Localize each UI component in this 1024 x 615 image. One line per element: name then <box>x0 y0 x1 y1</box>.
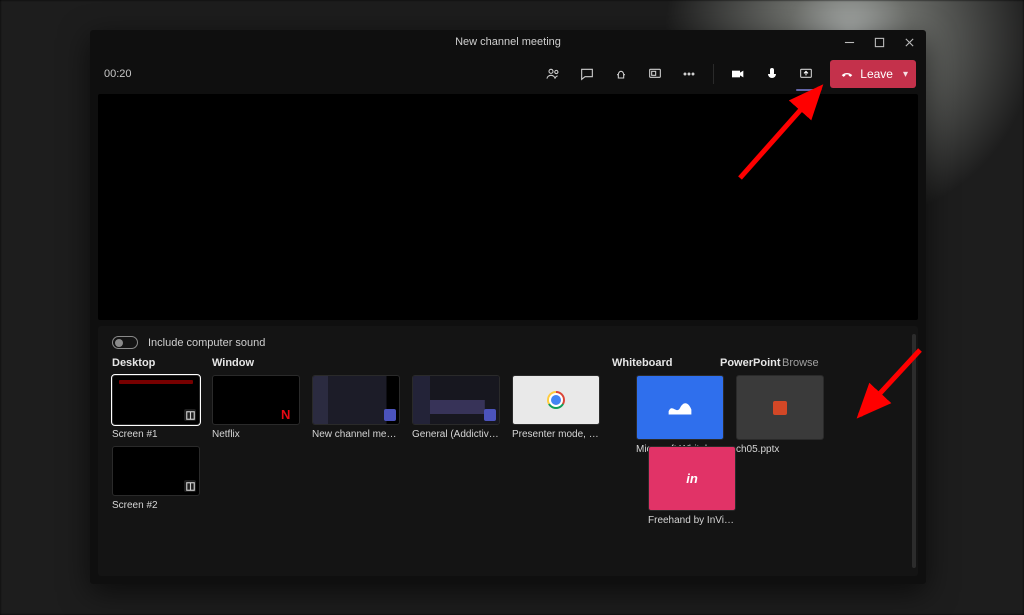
thumb-ppt-file[interactable] <box>736 375 824 440</box>
window-controls <box>834 30 924 54</box>
tile-label: Screen #1 <box>112 429 200 440</box>
leave-label: Leave <box>860 67 893 81</box>
window-title: New channel meeting <box>455 36 561 48</box>
browse-link[interactable]: Browse <box>782 357 833 369</box>
include-sound-label: Include computer sound <box>148 337 265 349</box>
chevron-down-icon: ▾ <box>903 69 908 80</box>
thumb-teams-meeting[interactable] <box>312 375 400 425</box>
thumb-invision[interactable]: in <box>648 446 736 511</box>
more-actions-icon[interactable] <box>675 60 703 88</box>
expand-icon <box>184 409 196 421</box>
meeting-toolbar: 00:20 Leave ▾ <box>90 54 926 94</box>
thumb-netflix[interactable] <box>212 375 300 425</box>
tile-label: New channel meeting | … <box>312 429 400 440</box>
window-titlebar: New channel meeting <box>90 30 926 54</box>
tile-chrome[interactable]: Presenter mode, notes a… <box>512 375 600 440</box>
reactions-icon[interactable] <box>607 60 635 88</box>
heading-whiteboard: Whiteboard <box>612 357 720 369</box>
share-content-button[interactable] <box>792 60 820 88</box>
tile-label: Freehand by InVision <box>648 515 736 526</box>
share-row-2: Screen #2 in Freehand by InVision <box>112 446 904 511</box>
invision-icon: in <box>686 471 698 486</box>
tile-label: General (AddictiveTips - … <box>412 429 500 440</box>
thumb-screen-1[interactable] <box>112 375 200 425</box>
heading-powerpoint: PowerPoint <box>720 357 782 369</box>
thumb-ms-whiteboard[interactable] <box>636 375 724 440</box>
minimize-button[interactable] <box>834 30 864 54</box>
heading-window: Window <box>212 357 612 369</box>
tile-invision[interactable]: in Freehand by InVision <box>648 446 736 511</box>
tile-teams-general[interactable]: General (AddictiveTips - … <box>412 375 500 440</box>
expand-icon <box>184 480 196 492</box>
microphone-icon[interactable] <box>758 60 786 88</box>
camera-icon[interactable] <box>724 60 752 88</box>
tray-scrollbar[interactable] <box>912 334 916 568</box>
tile-label: Netflix <box>212 429 300 440</box>
netflix-icon <box>281 406 293 420</box>
thumb-chrome[interactable] <box>512 375 600 425</box>
chrome-icon <box>547 391 565 409</box>
share-tray: Include computer sound Desktop Window Wh… <box>98 326 918 576</box>
leave-button[interactable]: Leave ▾ <box>830 60 916 88</box>
thumb-screen-2[interactable] <box>112 446 200 496</box>
participants-icon[interactable] <box>539 60 567 88</box>
tile-ppt-file[interactable]: ch05.pptx <box>736 375 824 440</box>
share-headings: Desktop Window Whiteboard PowerPoint Bro… <box>112 357 904 369</box>
heading-desktop: Desktop <box>112 357 212 369</box>
tile-netflix[interactable]: Netflix <box>212 375 300 440</box>
thumb-teams-general[interactable] <box>412 375 500 425</box>
teams-meeting-window: New channel meeting 00:20 <box>90 30 926 584</box>
tile-label: ch05.pptx <box>736 444 824 455</box>
tile-screen-2[interactable]: Screen #2 <box>112 446 200 511</box>
tile-label: Presenter mode, notes a… <box>512 429 600 440</box>
tile-screen-1[interactable]: Screen #1 <box>112 375 200 440</box>
tile-teams-meeting[interactable]: New channel meeting | … <box>312 375 400 440</box>
meeting-timer: 00:20 <box>100 68 146 80</box>
video-stage <box>98 94 918 320</box>
teams-icon <box>484 409 496 421</box>
tile-label: Screen #2 <box>112 500 200 511</box>
close-button[interactable] <box>894 30 924 54</box>
rooms-icon[interactable] <box>641 60 669 88</box>
chat-icon[interactable] <box>573 60 601 88</box>
whiteboard-icon <box>667 399 693 417</box>
teams-icon <box>384 409 396 421</box>
toolbar-divider <box>713 64 714 84</box>
powerpoint-icon <box>773 401 787 415</box>
share-row-1: Screen #1 Netflix New channel meeting | … <box>112 375 904 440</box>
include-sound-toggle[interactable] <box>112 336 138 349</box>
maximize-button[interactable] <box>864 30 894 54</box>
tile-ms-whiteboard[interactable]: Microsoft Whiteboard <box>636 375 724 440</box>
